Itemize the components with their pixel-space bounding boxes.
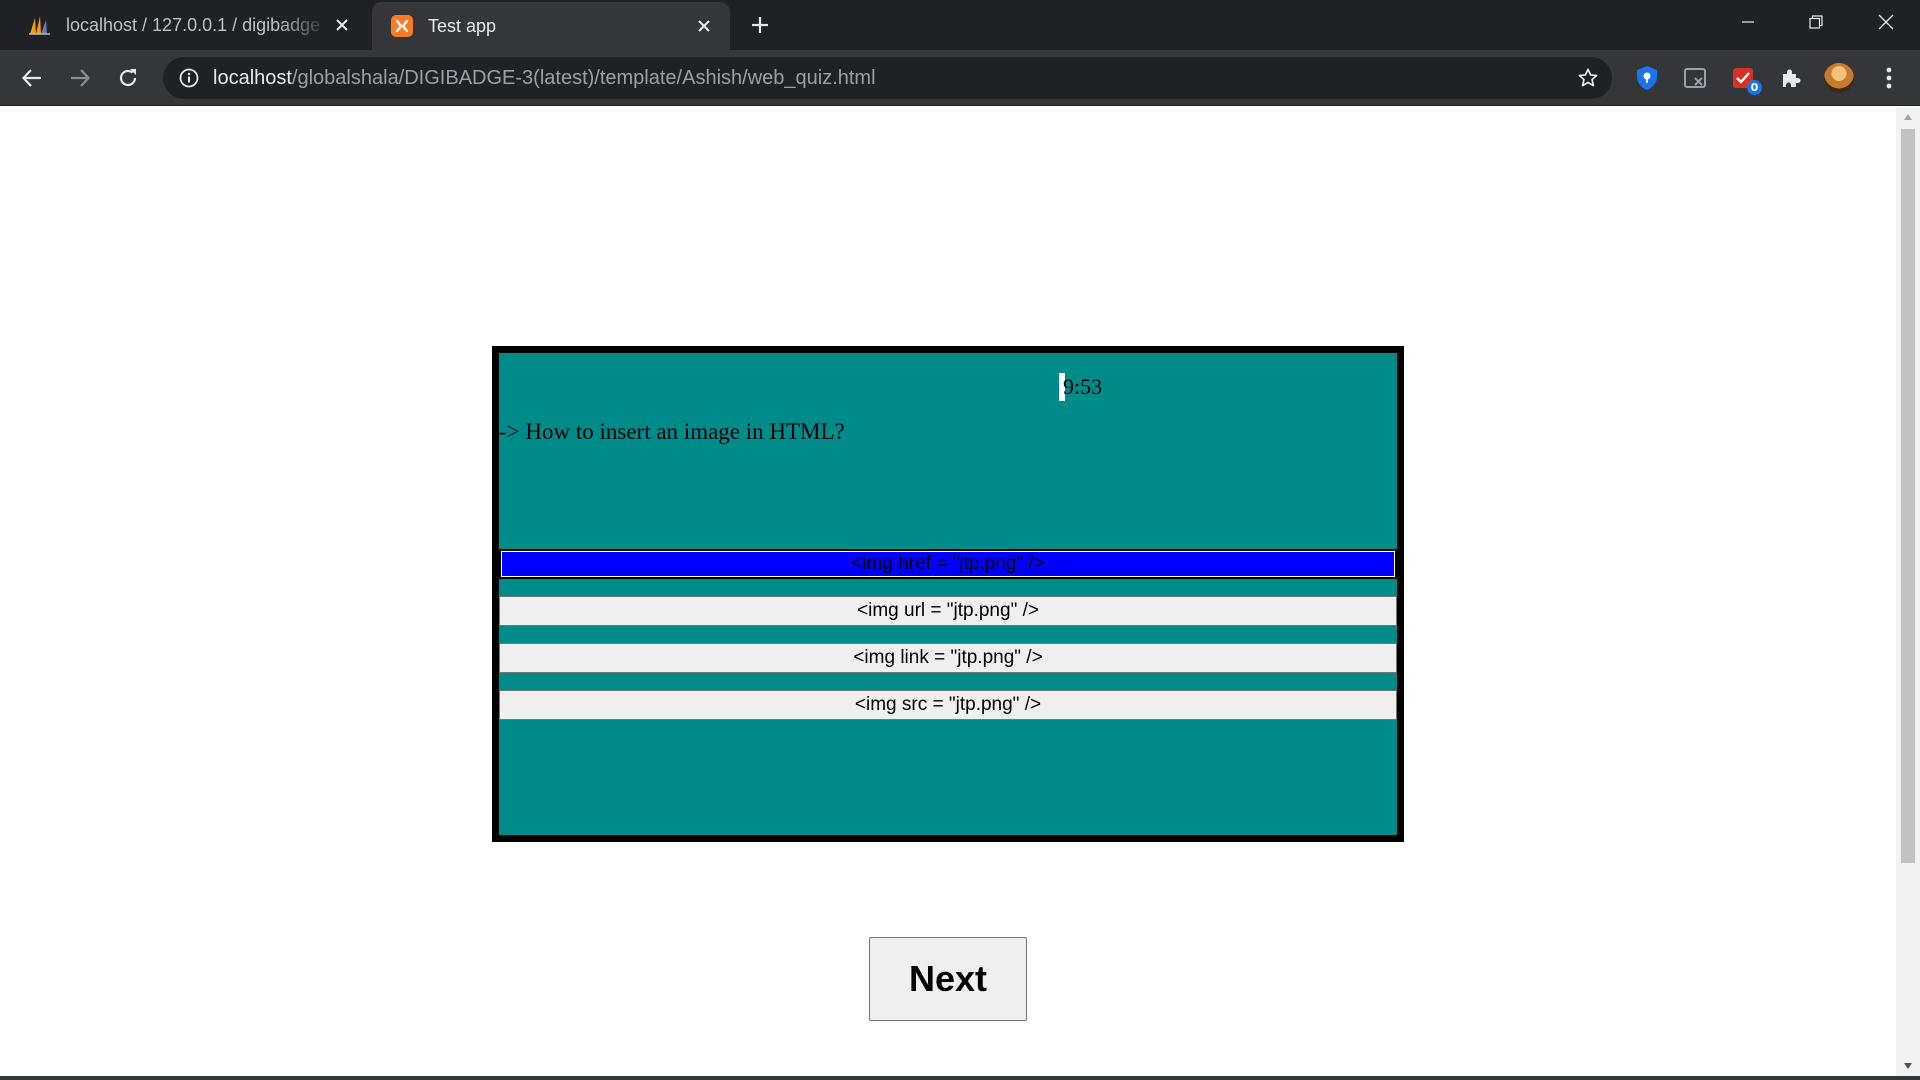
question-text: -> How to insert an image in HTML? xyxy=(499,419,845,444)
tab-title: localhost / 127.0.0.1 / digibadge xyxy=(66,14,321,35)
kebab-menu-icon[interactable] xyxy=(1874,63,1904,93)
extension-badge: 0 xyxy=(1747,80,1762,95)
tab-phpmyadmin[interactable]: localhost / 127.0.0.1 / digibadge xyxy=(0,0,368,50)
new-tab-plus-icon[interactable] xyxy=(746,11,774,39)
close-icon[interactable] xyxy=(692,14,716,38)
restore-icon[interactable] xyxy=(1782,0,1850,44)
phpmyadmin-sail-icon xyxy=(28,13,52,37)
reload-icon[interactable] xyxy=(114,64,142,92)
answer-option-1[interactable]: <img href = "jtp.png" /> xyxy=(499,549,1397,579)
window-close-icon[interactable] xyxy=(1852,0,1920,44)
url-text: localhost/globalshala/DIGIBADGE-3(latest… xyxy=(213,67,876,90)
url-host: localhost xyxy=(213,66,292,89)
alert-extension-icon[interactable]: 0 xyxy=(1728,63,1762,95)
shield-extension-icon[interactable] xyxy=(1632,63,1662,93)
timer-value: 9:53 xyxy=(1063,374,1103,399)
answer-option-4[interactable]: <img src = "jtp.png" /> xyxy=(499,690,1397,720)
tab-title: Test app xyxy=(428,15,497,36)
next-button[interactable]: Next xyxy=(869,937,1027,1021)
bookmark-star-icon[interactable] xyxy=(1576,66,1600,90)
close-icon[interactable] xyxy=(330,13,354,37)
browser-toolbar: localhost/globalshala/DIGIBADGE-3(latest… xyxy=(0,50,1920,106)
back-arrow-icon[interactable] xyxy=(18,64,46,92)
url-path: /globalshala/DIGIBADGE-3(latest)/templat… xyxy=(291,66,876,89)
window-bottom-edge xyxy=(0,1076,1920,1080)
forward-arrow-icon[interactable] xyxy=(66,64,94,92)
vertical-scrollbar[interactable] xyxy=(1896,107,1920,1076)
minimize-icon[interactable] xyxy=(1714,0,1782,44)
answer-option-3[interactable]: <img link = "jtp.png" /> xyxy=(499,643,1397,673)
scroll-up-arrow-icon[interactable] xyxy=(1896,107,1920,127)
browser-tab-strip: localhost / 127.0.0.1 / digibadge Test a… xyxy=(0,0,1920,50)
avatar-image xyxy=(1824,63,1854,93)
scrollbar-thumb[interactable] xyxy=(1901,129,1915,863)
profile-avatar[interactable] xyxy=(1824,63,1854,93)
quiz-card: 9:53 -> How to insert an image in HTML? … xyxy=(492,346,1404,842)
info-icon[interactable] xyxy=(177,66,201,90)
address-bar[interactable]: localhost/globalshala/DIGIBADGE-3(latest… xyxy=(163,57,1612,99)
quiz-timer: 9:53 xyxy=(1059,373,1102,401)
tab-test-app[interactable]: Test app xyxy=(372,2,730,50)
scroll-down-arrow-icon[interactable] xyxy=(1896,1056,1920,1076)
puzzle-extensions-icon[interactable] xyxy=(1776,63,1806,93)
answer-option-2[interactable]: <img url = "jtp.png" /> xyxy=(499,596,1397,626)
xampp-icon xyxy=(390,14,414,38)
screen-off-extension-icon[interactable] xyxy=(1680,63,1710,93)
